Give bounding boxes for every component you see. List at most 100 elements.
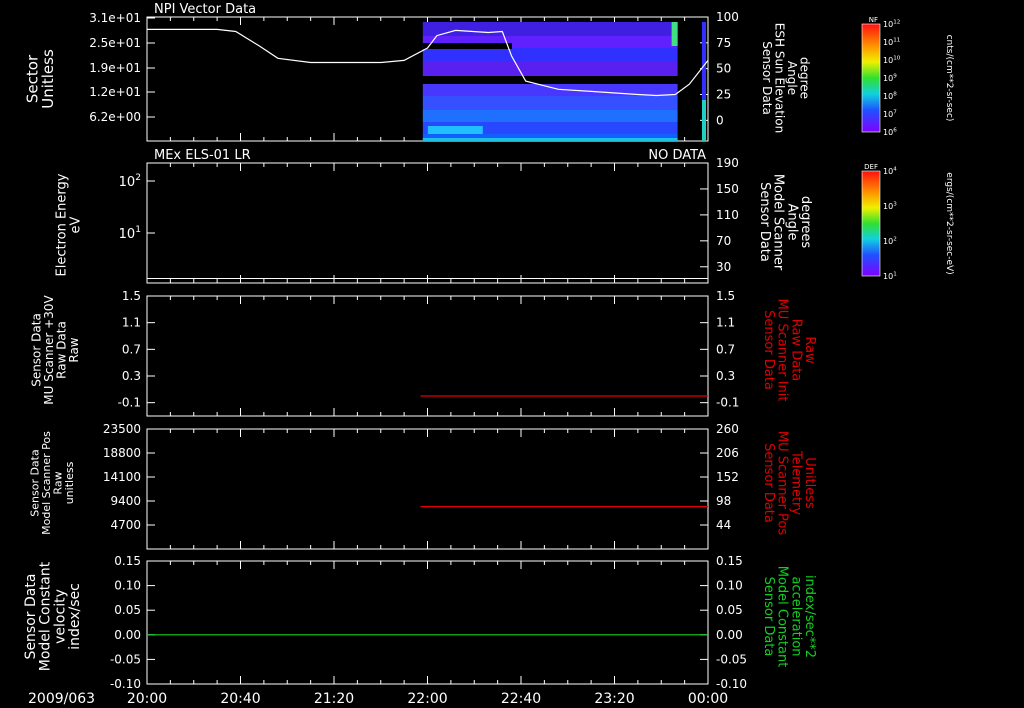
y-tick-label: 9400 [110, 494, 141, 508]
x-tick-label: 22:40 [501, 691, 541, 707]
y-tick-label-right: 0.15 [716, 554, 743, 568]
x-tick-label: 20:00 [127, 691, 167, 707]
y-tick-label-right: 1.1 [716, 316, 735, 330]
spectrogram-high [671, 22, 678, 46]
spectrogram-gap [422, 43, 513, 49]
panel-ylabel-line: eV [68, 216, 83, 233]
colorbar-def: DEF 104 103 102 101 ergs/(cm**2-sr-sec-eV) [861, 163, 954, 281]
colorbar-label: NF [869, 16, 878, 24]
colorbar-tick: 106 [883, 127, 897, 137]
y-tick-label-right: 206 [716, 446, 739, 460]
panel-frame-2 [146, 295, 709, 417]
colorbar-units-text: ergs/(cm**2-sr-sec-eV) [944, 172, 954, 274]
spectrogram-band [422, 96, 678, 110]
y-tick-label: 0.10 [114, 579, 141, 593]
panel-ylabel-line: Model Constant [38, 561, 54, 671]
x-tick-label: 00:00 [688, 691, 728, 707]
y-tick-label-right: -0.1 [716, 396, 739, 410]
colorbar-rect [861, 170, 881, 277]
panel-ylabel-line: unitless [63, 461, 76, 504]
panel-ylabel-right-line: Angle [785, 61, 799, 95]
colorbar-tick: 107 [883, 109, 897, 119]
y-tick-label: -0.1 [118, 396, 141, 410]
spectrogram-band [422, 22, 678, 36]
y-tick-label: 101 [119, 225, 141, 242]
y-tick-label-right: 70 [716, 234, 731, 248]
panel-ylabel-line: Raw [67, 337, 81, 362]
y-tick-label-right: 98 [716, 494, 731, 508]
spectrogram-edge [702, 100, 706, 141]
colorbar-tick: 108 [883, 91, 897, 101]
y-tick-label-right: 190 [716, 156, 739, 170]
y-tick-label: 23500 [103, 422, 141, 436]
colorbars: NF 1012 1011 1010 109 108 107 106 cnts/(cm**2-sr… [861, 16, 954, 281]
panel-ylabel: Sensor DataModel Scanner PosRawunitless [29, 431, 77, 535]
x-tick-label: 21:20 [314, 691, 354, 707]
y-tick-label: 2.5e+01 [89, 36, 141, 50]
colorbar-tick: 104 [883, 166, 897, 176]
panel-ylabel-right-line: Angle [784, 204, 799, 241]
panel-ylabel-right-line: Model Scanner [771, 174, 786, 271]
y-tick-label: -0.10 [110, 677, 141, 691]
y-tick-label-right: 110 [716, 208, 739, 222]
panel-ylabel-right-line: Raw Data [788, 319, 803, 382]
colorbar-tick: 109 [883, 73, 897, 83]
y-tick-label: 4700 [110, 518, 141, 532]
panel-ylabel-right: Sensor DataESH Sun ElevationAngledegree [760, 23, 812, 133]
panel-ylabel-line: Sensor Data [23, 574, 39, 660]
panel-ylabel-right-line: degrees [798, 196, 813, 249]
y-tick-label-right: 0.3 [716, 369, 735, 383]
panel-ylabel-right-line: Sensor Data [761, 577, 776, 657]
spectrogram [422, 22, 706, 141]
colorbar-tick: 103 [883, 201, 897, 211]
panels: NPI Vector Data MEx ELS-01 LR NO DATA 3.1e+… [23, 2, 817, 707]
plot-figure: NPI Vector Data MEx ELS-01 LR NO DATA 3.1e+… [23, 2, 954, 707]
panel-ylabel-right-line: degree [798, 57, 812, 99]
panel-ylabel-right-line: Sensor Data [761, 310, 776, 390]
colorbar-rect [861, 23, 881, 133]
y-tick-label-right: 0.10 [716, 579, 743, 593]
x-tick-label: 20:40 [220, 691, 260, 707]
panel-ylabel-right: Sensor DataMU Scanner PosTelemetryUnitle… [761, 431, 817, 536]
panel-ylabel: Sensor DataMU Scanner +30VRaw DataRaw [29, 295, 81, 405]
y-tick-label: 102 [119, 173, 141, 190]
panel-ylabel-line: Unitless [39, 49, 57, 109]
y-tick-label-right: 0.7 [716, 342, 735, 356]
y-tick-label: 1.1 [122, 316, 141, 330]
y-tick-label: 1.2e+01 [89, 85, 141, 99]
y-tick-label: 0.00 [114, 628, 141, 642]
y-tick-label: 1.9e+01 [89, 61, 141, 75]
colorbar-tick: 1011 [883, 37, 901, 47]
y-tick-label: 14100 [103, 470, 141, 484]
panel-ylabel-right-line: Telemetry [788, 450, 803, 515]
panel-ylabel: Electron EnergyeV [55, 173, 84, 276]
panel-ylabel-line: index/sec [67, 583, 83, 650]
panel-ylabel-right-line: MU Scanner Init [775, 299, 790, 402]
y-tick-label-right: 25 [716, 88, 731, 102]
y-tick-label: 0.7 [122, 342, 141, 356]
y-tick-label-right: -0.10 [716, 677, 747, 691]
panel-ylabel-right-line: ESH Sun Elevation [773, 23, 787, 133]
panel-ylabel-right: Sensor DataModel Constantaccelerationind… [761, 566, 817, 668]
colorbar-units-text: cnts/(cm**2-sr-sec) [944, 35, 954, 122]
y-tick-label-right: -0.05 [716, 652, 747, 666]
panel-frame-4 [146, 560, 709, 685]
spectrogram-band [422, 62, 678, 76]
panel-ylabel-right-line: MU Scanner Pos [775, 431, 790, 536]
y-tick-label: 3.1e+01 [89, 11, 141, 25]
y-tick-label: 0.15 [114, 554, 141, 568]
panel-title: MEx ELS-01 LR [154, 148, 251, 163]
colorbar-tick: 1012 [883, 19, 900, 29]
y-tick-label-right: 150 [716, 182, 739, 196]
panel-frame-1 [146, 162, 709, 284]
spectrogram-high [427, 126, 483, 134]
panel-ylabel-right-line: Sensor Data [761, 443, 776, 523]
y-tick-label: 6.2e+00 [89, 110, 141, 124]
y-tick-label-right: 152 [716, 470, 739, 484]
colorbar-tick: 1010 [883, 55, 901, 65]
y-tick-label-right: 30 [716, 260, 731, 274]
y-tick-label-right: 100 [716, 10, 739, 24]
colorbar-nf: NF 1012 1011 1010 109 108 107 106 cnts/(cm**2-sr… [861, 16, 954, 137]
y-tick-label-right: 1.5 [716, 289, 735, 303]
y-tick-label: 0.3 [122, 369, 141, 383]
